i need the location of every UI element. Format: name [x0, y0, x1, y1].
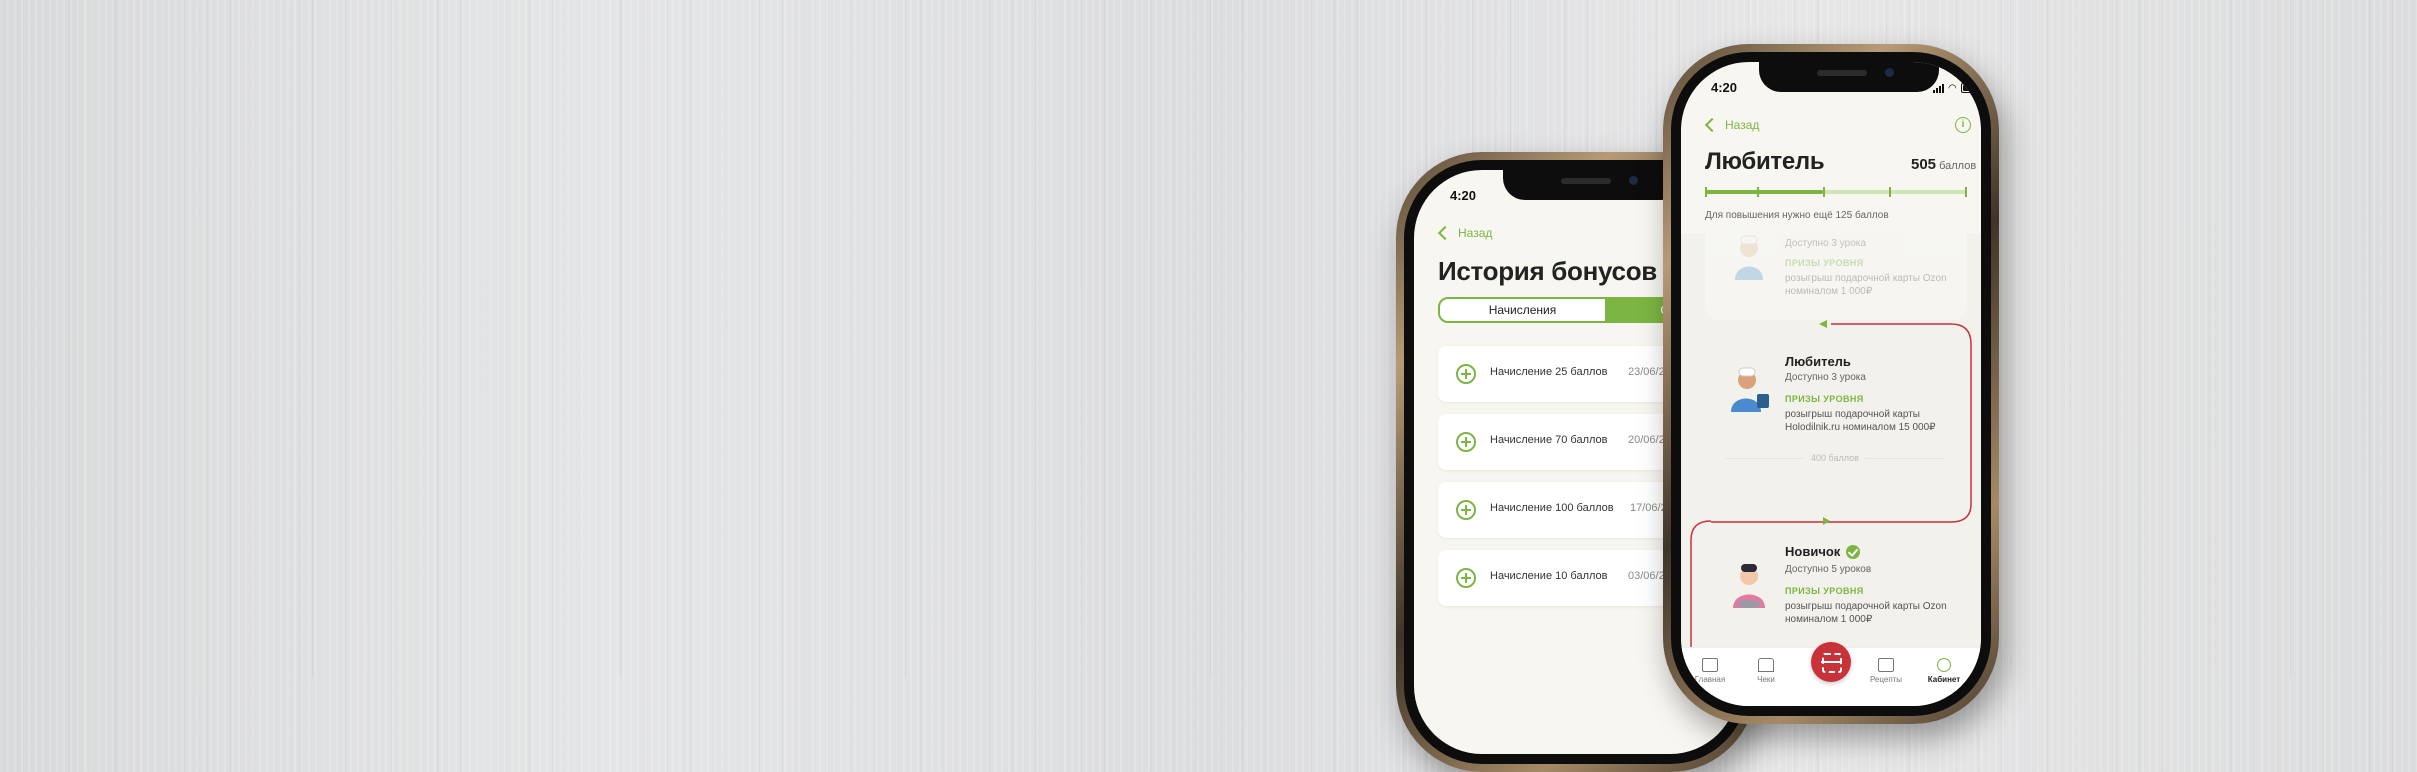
- user-icon: [1937, 658, 1951, 672]
- progress-tick: [1705, 187, 1707, 197]
- progress-tick: [1757, 187, 1759, 197]
- phone-levels: 4:20 ◠ Назад i Любитель 505 баллов Для п…: [1663, 44, 1999, 724]
- points-display: 505 баллов: [1911, 156, 1976, 173]
- tab-accruals[interactable]: Начисления: [1440, 299, 1605, 321]
- tab-home[interactable]: Главная: [1687, 658, 1733, 684]
- progress-tick: [1965, 187, 1967, 197]
- level-sub: Доступно 3 урока: [1785, 238, 1866, 249]
- prize-text: розыгрыш подарочной карты Ozon номиналом…: [1785, 273, 1947, 297]
- points-unit: баллов: [1939, 160, 1977, 172]
- level-card-prev[interactable]: Доступно 3 урока ПРИЗЫ УРОВНЯ розыгрыш п…: [1705, 234, 1967, 320]
- status-time: 4:20: [1450, 188, 1477, 203]
- battery-icon: [1960, 83, 1980, 93]
- chef-avatar-icon: [1733, 564, 1765, 608]
- page-title: История бонусов: [1438, 256, 1657, 286]
- prize-heading: ПРИЗЫ УРОВНЯ: [1785, 586, 1864, 596]
- level-title-current: Любитель: [1785, 354, 1851, 369]
- signal-icon: [1933, 84, 1944, 93]
- prize-text: розыгрыш подарочной карты Holodilnik.ru …: [1785, 409, 1936, 433]
- level-title-next: Новичок: [1785, 544, 1861, 559]
- tab-label: Главная: [1694, 675, 1726, 684]
- level-name: Любитель: [1785, 354, 1851, 369]
- level-sub: Доступно 5 уроков: [1785, 564, 1872, 575]
- info-icon[interactable]: i: [1955, 117, 1971, 133]
- plus-circle-icon: [1456, 432, 1476, 452]
- tab-recipes[interactable]: Рецепты: [1863, 658, 1909, 684]
- item-text: Начисление 70 баллов: [1490, 434, 1608, 446]
- tab-profile[interactable]: Кабинет: [1921, 658, 1967, 684]
- prize-text: розыгрыш подарочной карты Ozon номиналом…: [1785, 601, 1947, 625]
- level-title: Любитель: [1705, 148, 1825, 175]
- scan-button[interactable]: [1811, 642, 1851, 682]
- chevron-left-icon: [1704, 117, 1720, 133]
- tab-label: Чеки: [1757, 675, 1775, 684]
- tab-label: Кабинет: [1927, 675, 1961, 684]
- item-text: Начисление 10 баллов: [1490, 570, 1608, 582]
- progress-tick: [1889, 187, 1891, 197]
- plus-circle-icon: [1456, 568, 1476, 588]
- level-name: Новичок: [1785, 544, 1841, 559]
- divider-label: 400 баллов: [1811, 453, 1859, 463]
- chef-avatar-icon: [1731, 367, 1769, 412]
- back-button[interactable]: Назад: [1437, 225, 1493, 241]
- tab-receipts[interactable]: Чеки: [1743, 658, 1789, 684]
- notch: [1503, 170, 1683, 200]
- level-card-current[interactable]: Любитель Доступно 3 урока ПРИЗЫ УРОВНЯ р…: [1705, 334, 1967, 504]
- levels-list: Доступно 3 урока ПРИЗЫ УРОВНЯ розыгрыш п…: [1681, 234, 1981, 674]
- level-sub: Доступно 3 урока: [1785, 372, 1866, 383]
- status-icons: ◠: [1933, 83, 1980, 94]
- progress-fill: [1705, 190, 1823, 194]
- points-value: 505: [1911, 156, 1937, 173]
- divider-line: [1865, 458, 1945, 459]
- tab-label: Рецепты: [1869, 675, 1903, 684]
- progress-hint: Для повышения нужно ещё 125 баллов: [1705, 210, 1889, 221]
- prize-heading: ПРИЗЫ УРОВНЯ: [1785, 258, 1864, 268]
- chevron-left-icon: [1437, 225, 1453, 241]
- back-label: Назад: [1725, 118, 1760, 132]
- plus-circle-icon: [1456, 500, 1476, 520]
- back-label: Назад: [1458, 226, 1493, 240]
- levels-screen: 4:20 ◠ Назад i Любитель 505 баллов Для п…: [1681, 62, 1981, 706]
- item-text: Начисление 100 баллов: [1490, 502, 1614, 514]
- tab-bar: Главная Чеки Рецепты Кабинет: [1681, 642, 1981, 706]
- status-time: 4:20: [1711, 80, 1738, 95]
- plus-circle-icon: [1456, 364, 1476, 384]
- progress-tick: [1823, 187, 1825, 197]
- check-circle-icon: [1846, 544, 1861, 559]
- divider-line: [1725, 458, 1805, 459]
- receipt-icon: [1758, 658, 1774, 672]
- home-icon: [1702, 658, 1718, 672]
- item-text: Начисление 25 баллов: [1490, 366, 1608, 378]
- notch: [1759, 62, 1939, 92]
- chef-avatar-icon: [1735, 235, 1763, 280]
- level-progress-bar: [1705, 187, 1967, 197]
- book-icon: [1878, 658, 1894, 672]
- prize-heading: ПРИЗЫ УРОВНЯ: [1785, 394, 1864, 404]
- wifi-icon: ◠: [1948, 83, 1957, 94]
- back-button[interactable]: Назад: [1704, 117, 1760, 133]
